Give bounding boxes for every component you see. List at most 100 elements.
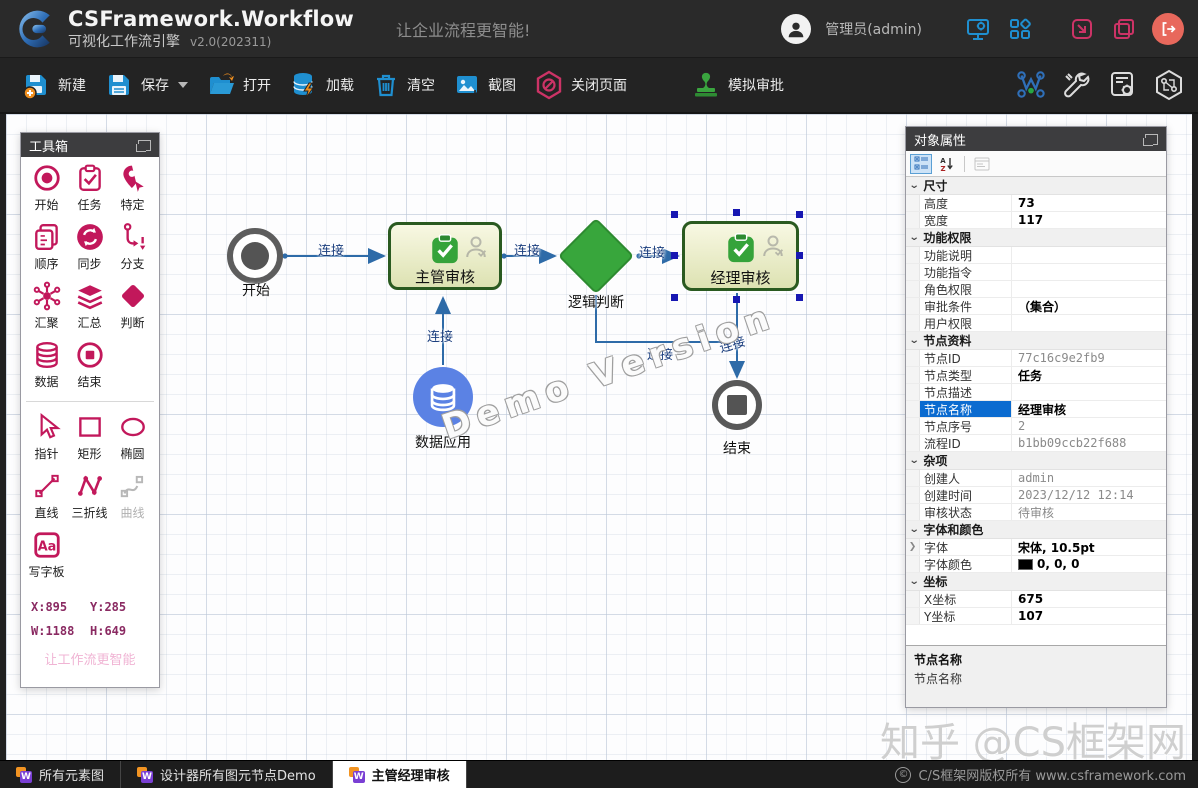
selection-handle[interactable] xyxy=(733,296,740,303)
user-avatar[interactable] xyxy=(781,14,811,44)
property-row[interactable]: ❯字体宋体, 10.5pt xyxy=(906,539,1166,556)
float-window-icon[interactable] xyxy=(138,140,151,151)
selection-handle[interactable] xyxy=(671,294,678,301)
float-window-icon[interactable] xyxy=(1145,134,1158,145)
monitor-settings-icon[interactable] xyxy=(964,15,992,43)
tab-designer-demo[interactable]: W 设计器所有图元节点Demo xyxy=(121,761,333,788)
close-page-button[interactable]: 关闭页面 xyxy=(525,64,636,106)
tool-sequence[interactable]: 顺序 xyxy=(25,222,68,272)
selection-handle[interactable] xyxy=(671,252,678,259)
connection-label[interactable]: 连接 xyxy=(427,326,453,345)
task-node-manager[interactable]: 经理审核 xyxy=(682,221,799,291)
property-value[interactable]: （集合） xyxy=(1012,298,1166,315)
property-row[interactable]: 字体颜色0, 0, 0 xyxy=(906,556,1166,573)
property-value[interactable]: 2 xyxy=(1012,419,1166,433)
tool-line[interactable]: 直线 xyxy=(25,471,68,521)
connection-label[interactable]: 连接 xyxy=(514,240,540,259)
property-row[interactable]: 节点描述 xyxy=(906,384,1166,401)
property-row[interactable]: 节点序号2 xyxy=(906,418,1166,435)
tool-rectangle[interactable]: 矩形 xyxy=(68,412,111,462)
load-button[interactable]: 加载 xyxy=(280,64,363,106)
property-row[interactable]: 高度73 xyxy=(906,195,1166,212)
alphabetical-sort-button[interactable]: AZ xyxy=(936,154,958,174)
task-node-supervisor[interactable]: 主管审核 xyxy=(388,222,502,290)
expand-chevron-icon[interactable]: ❯ xyxy=(906,539,920,555)
simulate-approval-button[interactable]: 模拟审批 xyxy=(682,64,793,106)
collapse-chevron-icon[interactable]: ⌄ xyxy=(909,180,920,191)
selection-handle[interactable] xyxy=(733,209,740,216)
tool-end[interactable]: 结束 xyxy=(68,340,111,390)
collapse-chevron-icon[interactable]: ⌄ xyxy=(909,576,920,587)
property-value[interactable]: 2023/12/12 12:14 xyxy=(1012,488,1166,502)
selection-handle[interactable] xyxy=(796,252,803,259)
property-row[interactable]: Y坐标107 xyxy=(906,608,1166,625)
property-value[interactable]: 77c16c9e2fb9 xyxy=(1012,351,1166,365)
save-button[interactable]: 保存 xyxy=(95,64,197,106)
property-value[interactable]: 待审核 xyxy=(1012,504,1166,521)
collapse-chevron-icon[interactable]: ⌄ xyxy=(909,524,920,535)
minimize-to-icon[interactable] xyxy=(1068,15,1096,43)
property-value[interactable]: 107 xyxy=(1012,609,1166,623)
toolbox-titlebar[interactable]: 工具箱 xyxy=(21,133,159,157)
windows-copy-icon[interactable] xyxy=(1110,15,1138,43)
open-button[interactable]: 打开 xyxy=(197,64,280,106)
property-row[interactable]: 节点ID77c16c9e2fb9 xyxy=(906,350,1166,367)
tool-sync[interactable]: 同步 xyxy=(68,222,111,272)
property-category[interactable]: ⌄节点资料 xyxy=(906,332,1166,350)
tool-decision[interactable]: 判断 xyxy=(111,281,154,331)
property-row[interactable]: 角色权限 xyxy=(906,281,1166,298)
collapse-chevron-icon[interactable]: ⌄ xyxy=(909,232,920,243)
selection-handle[interactable] xyxy=(796,211,803,218)
tool-polyline[interactable]: 三折线 xyxy=(68,471,111,521)
logout-button[interactable] xyxy=(1152,13,1184,45)
property-category[interactable]: ⌄功能权限 xyxy=(906,229,1166,247)
tool-converge[interactable]: 汇聚 xyxy=(25,281,68,331)
connection-label[interactable]: 连接 xyxy=(318,240,344,259)
property-row[interactable]: 功能说明 xyxy=(906,247,1166,264)
tool-task[interactable]: 任务 xyxy=(68,163,111,213)
connection-label[interactable]: 连接 xyxy=(639,242,665,261)
property-row[interactable]: 审核状态待审核 xyxy=(906,504,1166,521)
tool-branch[interactable]: 分支 xyxy=(111,222,154,272)
property-value[interactable]: 73 xyxy=(1012,196,1166,210)
property-category[interactable]: ⌄尺寸 xyxy=(906,177,1166,195)
collapse-chevron-icon[interactable]: ⌄ xyxy=(909,455,920,466)
clear-button[interactable]: 清空 xyxy=(363,65,444,105)
property-row[interactable]: 创建时间2023/12/12 12:14 xyxy=(906,487,1166,504)
property-row[interactable]: 功能指令 xyxy=(906,264,1166,281)
property-value[interactable]: 经理审核 xyxy=(1012,401,1166,418)
property-category[interactable]: ⌄坐标 xyxy=(906,573,1166,591)
property-value[interactable]: admin xyxy=(1012,471,1166,485)
property-value[interactable]: b1bb09ccb22f688 xyxy=(1012,436,1166,450)
start-node[interactable] xyxy=(227,228,283,284)
tab-all-elements[interactable]: W 所有元素图 xyxy=(0,761,121,788)
categorized-view-button[interactable] xyxy=(910,154,932,174)
property-row[interactable]: X坐标675 xyxy=(906,591,1166,608)
property-row[interactable]: 用户权限 xyxy=(906,315,1166,332)
property-value[interactable]: 675 xyxy=(1012,592,1166,606)
process-hexagon-icon[interactable] xyxy=(1152,68,1186,102)
property-row[interactable]: 创建人admin xyxy=(906,470,1166,487)
selection-handle[interactable] xyxy=(796,294,803,301)
property-value[interactable]: 任务 xyxy=(1012,367,1166,384)
tab-manager-review[interactable]: W 主管经理审核 xyxy=(333,761,467,788)
tool-wordpad[interactable]: Aa写字板 xyxy=(25,530,68,580)
modules-grid-icon[interactable] xyxy=(1006,15,1034,43)
screenshot-button[interactable]: 截图 xyxy=(444,65,525,105)
tool-summary[interactable]: 汇总 xyxy=(68,281,111,331)
save-dropdown-caret[interactable] xyxy=(178,82,188,88)
tool-pointer[interactable]: 指针 xyxy=(25,412,68,462)
property-value[interactable]: 0, 0, 0 xyxy=(1012,557,1166,571)
property-row[interactable]: 节点名称经理审核 xyxy=(906,401,1166,418)
property-category[interactable]: ⌄杂项 xyxy=(906,452,1166,470)
properties-titlebar[interactable]: 对象属性 xyxy=(906,127,1166,151)
property-category[interactable]: ⌄字体和颜色 xyxy=(906,521,1166,539)
form-settings-icon[interactable] xyxy=(1106,68,1140,102)
workflow-design-icon[interactable] xyxy=(1014,68,1048,102)
tools-wrench-icon[interactable] xyxy=(1060,68,1094,102)
design-canvas[interactable]: 连接 连接 连接 连接 连接 连接 开始 主管审核 逻辑判断 xyxy=(6,114,1192,760)
collapse-chevron-icon[interactable]: ⌄ xyxy=(909,335,920,346)
property-value[interactable]: 宋体, 10.5pt xyxy=(1012,539,1166,556)
tool-specific[interactable]: 特定 xyxy=(111,163,154,213)
tool-data[interactable]: 数据 xyxy=(25,340,68,390)
